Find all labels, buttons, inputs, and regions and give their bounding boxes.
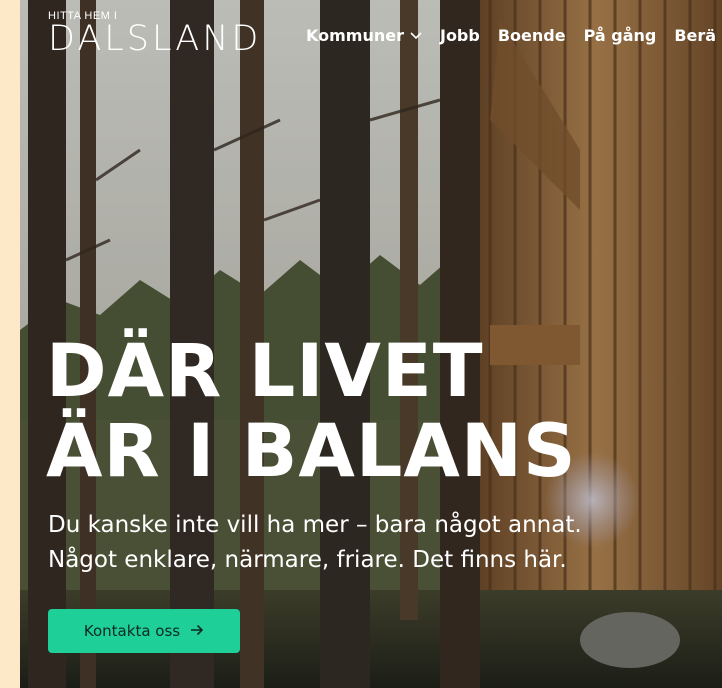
headline-line-1: DÄR LIVET bbox=[46, 329, 484, 414]
headline-line-2: ÄR I BALANS bbox=[46, 409, 577, 494]
chevron-down-icon bbox=[410, 29, 422, 43]
site-logo[interactable]: HITTA HEM I DALSLAND bbox=[48, 10, 262, 59]
arrow-right-icon bbox=[190, 622, 204, 640]
nav-item-label: Jobb bbox=[439, 26, 480, 45]
subtitle-line-1: Du kanske inte vill ha mer – bara något … bbox=[48, 512, 582, 538]
contact-us-label: Kontakta oss bbox=[83, 622, 181, 640]
hero-section: HITTA HEM I DALSLAND Kommuner Jobb Boend… bbox=[20, 0, 722, 688]
nav-item-label: På gång bbox=[583, 26, 657, 45]
nav-item-label: Boende bbox=[497, 26, 566, 45]
hero-subtitle: Du kanske inte vill ha mer – bara något … bbox=[48, 508, 582, 578]
nav-item-jobb[interactable]: Jobb bbox=[440, 26, 480, 45]
nav-item-bera[interactable]: Berä bbox=[674, 26, 716, 45]
contact-us-button[interactable]: Kontakta oss bbox=[48, 609, 240, 653]
logo-wordmark: DALSLAND bbox=[48, 19, 262, 59]
nav-item-label: Berä bbox=[674, 26, 717, 45]
nav-item-kommuner[interactable]: Kommuner bbox=[306, 26, 422, 45]
nav-item-pa-gang[interactable]: På gång bbox=[584, 26, 657, 45]
subtitle-line-2: Något enklare, närmare, friare. Det finn… bbox=[48, 547, 567, 573]
nav-item-label: Kommuner bbox=[306, 26, 404, 45]
hero-headline: DÄR LIVET ÄR I BALANS bbox=[46, 332, 577, 492]
nav-item-boende[interactable]: Boende bbox=[498, 26, 566, 45]
main-nav: Kommuner Jobb Boende På gång Berä bbox=[306, 26, 716, 45]
